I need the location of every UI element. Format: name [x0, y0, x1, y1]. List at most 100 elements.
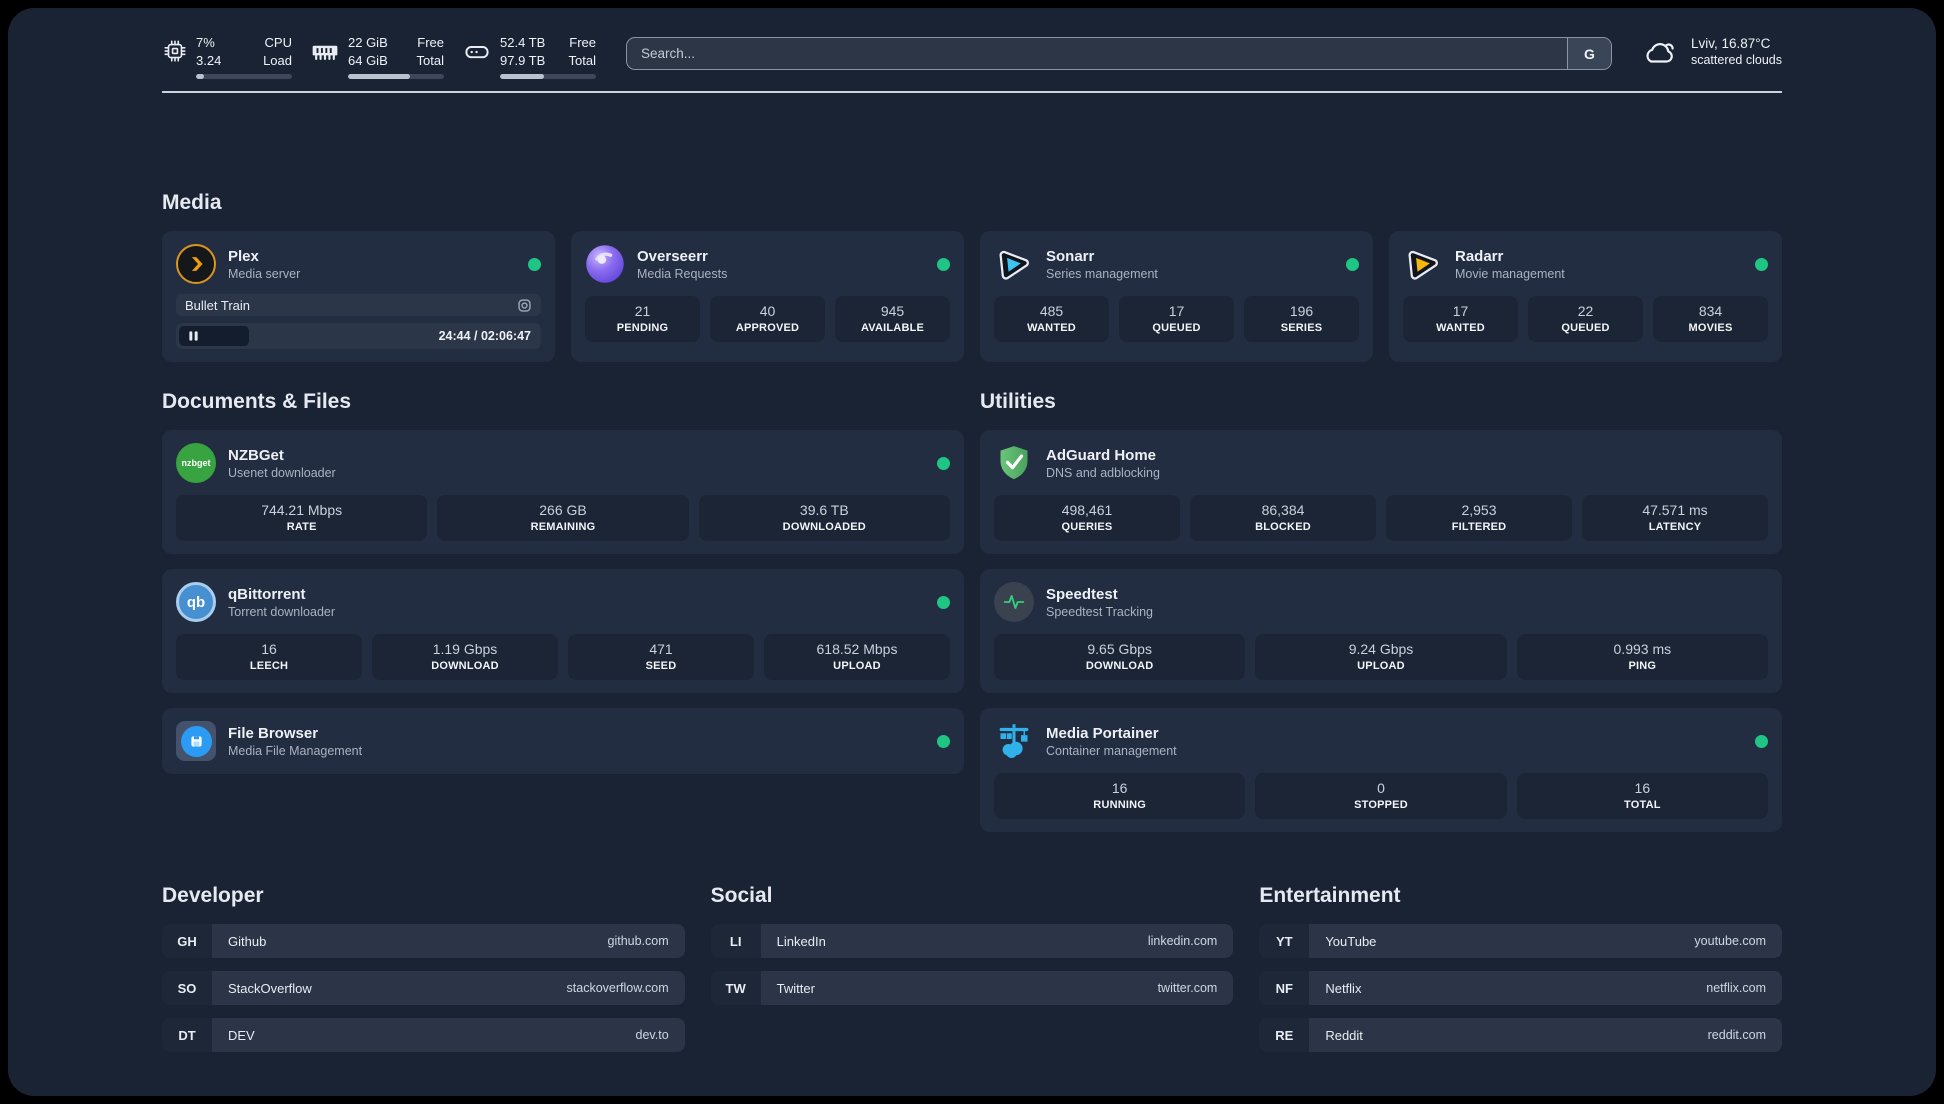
- radarr-icon: [1403, 244, 1443, 284]
- bookmark-name: Netflix: [1325, 980, 1362, 996]
- bookmark-linkedin[interactable]: LI LinkedIn linkedin.com: [710, 924, 1234, 959]
- pause-button[interactable]: [179, 326, 249, 347]
- app-card-portainer[interactable]: Media Portainer Container management 16 …: [980, 708, 1782, 833]
- status-online-dot: [1346, 257, 1359, 271]
- stat-value: 2,953: [1461, 502, 1497, 519]
- bookmark-github[interactable]: GH Github github.com: [162, 924, 685, 959]
- section-title-documents: Documents & Files: [162, 390, 352, 414]
- app-card-speedtest[interactable]: Speedtest Speedtest Tracking 9.65 Gbps D…: [980, 569, 1782, 694]
- search-bar[interactable]: G: [626, 37, 1612, 70]
- app-name: Media Portainer: [1046, 724, 1159, 742]
- app-desc: Media server: [228, 266, 301, 281]
- cpu-load-value: 3.24: [196, 52, 222, 68]
- app-card-qbittorrent[interactable]: qb qBittorrent Torrent downloader 16 LEE…: [162, 569, 964, 694]
- nzbget-icon: nzbget: [176, 443, 216, 484]
- stat-box: 16 TOTAL: [1516, 773, 1768, 820]
- bookmark-name: Twitter: [776, 980, 815, 996]
- bookmark-url: linkedin.com: [1147, 934, 1218, 949]
- stat-box: 744.21 Mbps RATE: [176, 495, 428, 542]
- search-engine-button[interactable]: G: [1566, 38, 1611, 69]
- bookmark-youtube[interactable]: YT YouTube youtube.com: [1259, 924, 1782, 959]
- app-card-overseerr[interactable]: Overseerr Media Requests 21 PENDING 40 A…: [571, 231, 964, 363]
- weather-widget[interactable]: Lviv, 16.87°C scattered clouds: [1642, 36, 1782, 67]
- bookmark-name: StackOverflow: [228, 980, 312, 996]
- app-card-plex[interactable]: Plex Media server Bullet Train 24:44 / 0…: [162, 231, 555, 363]
- stat-label: QUEUED: [1152, 322, 1201, 335]
- app-card-adguard[interactable]: AdGuard Home DNS and adblocking 498,461 …: [980, 430, 1782, 555]
- stat-box: 40 APPROVED: [710, 296, 825, 343]
- overseerr-icon: [585, 244, 625, 284]
- stat-box: 945 AVAILABLE: [835, 296, 950, 343]
- app-name: NZBGet: [228, 446, 284, 464]
- pause-icon: [189, 331, 198, 341]
- bookmark-url: github.com: [607, 934, 669, 949]
- app-card-filebrowser[interactable]: File Browser Media File Management: [162, 708, 964, 775]
- bookmark-reddit[interactable]: RE Reddit reddit.com: [1259, 1018, 1782, 1053]
- disk-free-value: 52.4 TB: [500, 35, 546, 50]
- bookmark-abbr: TW: [710, 971, 761, 1006]
- stat-box: 17 QUEUED: [1119, 296, 1234, 343]
- section-title-developer: Developer: [162, 884, 264, 908]
- bookmark-name: DEV: [228, 1027, 255, 1043]
- stat-box: 9.65 Gbps DOWNLOAD: [994, 634, 1246, 681]
- stat-value: 16: [1111, 780, 1128, 797]
- status-online-dot: [1755, 734, 1768, 748]
- cpu-load-label: Load: [263, 52, 292, 68]
- system-stats: 7% 3.24 CPU Load 22 GiB 64 GiB Free Tota…: [162, 34, 596, 80]
- stat-label: FILTERED: [1451, 521, 1507, 534]
- stat-label: PING: [1628, 660, 1657, 673]
- weather-condition: scattered clouds: [1690, 53, 1782, 67]
- stat-box: 16 RUNNING: [994, 773, 1246, 820]
- app-name: File Browser: [228, 724, 319, 742]
- stat-value: 1.19 Gbps: [432, 641, 498, 658]
- cpu-icon: [162, 38, 188, 64]
- playback-progress[interactable]: 24:44 / 02:06:47: [176, 323, 541, 350]
- app-card-sonarr[interactable]: Sonarr Series management 485 WANTED 17 Q…: [980, 231, 1373, 363]
- sonarr-icon: [994, 244, 1034, 284]
- app-desc: Series management: [1046, 266, 1158, 281]
- now-playing-row: Bullet Train: [176, 294, 541, 317]
- search-input[interactable]: [627, 38, 1567, 69]
- bookmark-group-developer: Developer GH Github github.com SO StackO…: [162, 884, 685, 1053]
- disk-total-value: 97.9 TB: [500, 52, 546, 68]
- bookmark-abbr: GH: [162, 924, 212, 959]
- stat-label: QUEUED: [1561, 322, 1610, 335]
- bookmark-twitter[interactable]: TW Twitter twitter.com: [710, 971, 1234, 1006]
- app-name: Radarr: [1455, 247, 1504, 265]
- stat-label: UPLOAD: [833, 660, 881, 673]
- bookmark-name: Reddit: [1325, 1027, 1363, 1043]
- cpu-widget: 7% 3.24 CPU Load: [162, 34, 292, 80]
- stat-value: 40: [759, 303, 776, 320]
- bookmark-dev[interactable]: DT DEV dev.to: [162, 1018, 685, 1053]
- status-online-dot: [528, 257, 541, 271]
- stat-value: 498,461: [1061, 502, 1113, 519]
- disk-total-label: Total: [568, 52, 596, 68]
- section-title-utilities: Utilities: [980, 390, 1056, 414]
- app-card-nzbget[interactable]: nzbget NZBGet Usenet downloader 744.21 M…: [162, 430, 964, 555]
- bookmark-netflix[interactable]: NF Netflix netflix.com: [1259, 971, 1782, 1006]
- app-card-radarr[interactable]: Radarr Movie management 17 WANTED 22 QUE…: [1389, 231, 1782, 363]
- app-name: Sonarr: [1046, 247, 1095, 265]
- stat-box: 86,384 BLOCKED: [1190, 495, 1376, 542]
- app-name: Plex: [228, 247, 259, 265]
- speedtest-icon: [994, 582, 1034, 623]
- stat-box: 16 LEECH: [176, 634, 362, 681]
- bookmark-name: LinkedIn: [776, 933, 826, 949]
- section-title-media: Media: [162, 191, 222, 215]
- section-title-social: Social: [710, 884, 773, 908]
- bookmark-group-entertainment: Entertainment YT YouTube youtube.com NF …: [1259, 884, 1782, 1053]
- bookmark-abbr: YT: [1259, 924, 1310, 959]
- stat-label: TOTAL: [1623, 799, 1661, 812]
- cpu-usage-value: 7%: [196, 35, 215, 50]
- bookmark-url: netflix.com: [1706, 981, 1766, 996]
- app-desc: Speedtest Tracking: [1046, 604, 1154, 619]
- memory-total-value: 64 GiB: [348, 52, 388, 68]
- app-desc: Media Requests: [637, 266, 728, 281]
- documents-column: Documents & Files nzbget NZBGet Usenet d…: [162, 390, 964, 832]
- bookmark-stackoverflow[interactable]: SO StackOverflow stackoverflow.com: [162, 971, 685, 1006]
- stat-label: DOWNLOAD: [431, 660, 499, 673]
- stat-label: REMAINING: [530, 521, 596, 534]
- gear-icon[interactable]: [517, 298, 532, 313]
- bookmark-abbr: LI: [710, 924, 761, 959]
- bookmark-group-social: Social LI LinkedIn linkedin.com TW Twitt…: [710, 884, 1234, 1052]
